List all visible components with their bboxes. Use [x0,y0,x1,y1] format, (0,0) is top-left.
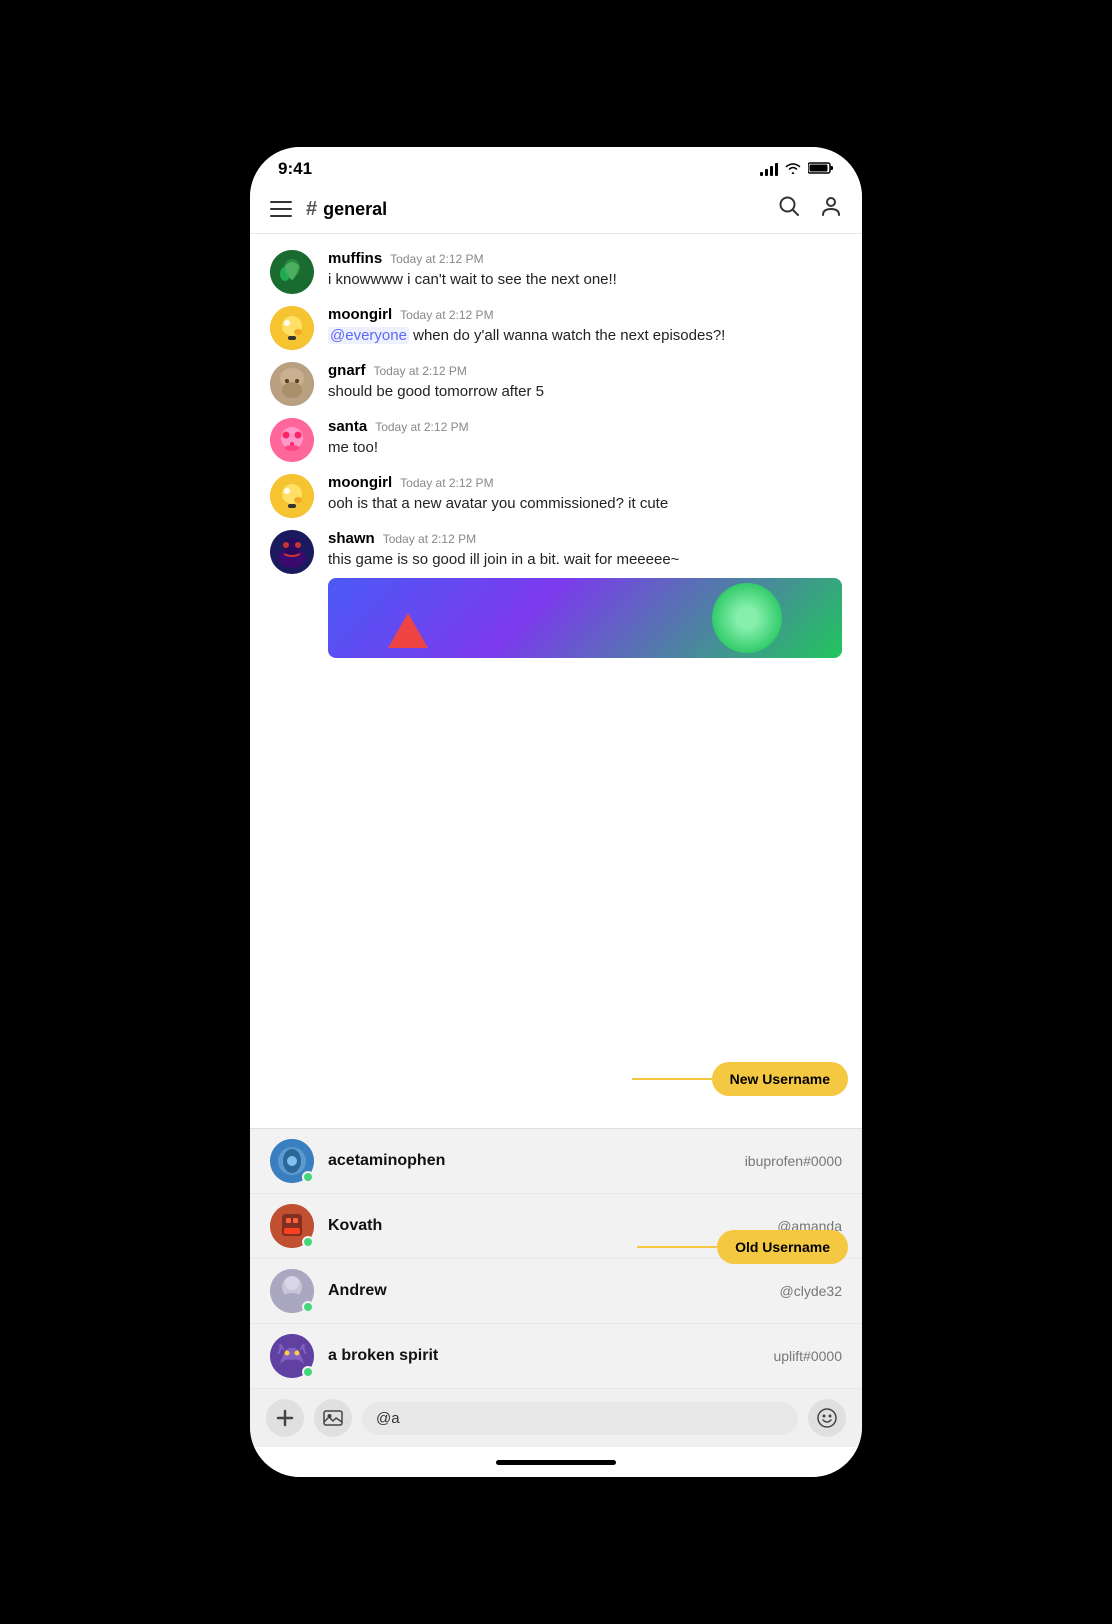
message-content: gnarf Today at 2:12 PM should be good to… [328,362,842,402]
status-time: 9:41 [278,159,312,179]
avatar [270,474,314,518]
member-username: @amanda [777,1218,842,1234]
mention-everyone: @everyone [328,327,409,344]
message-header: shawn Today at 2:12 PM [328,530,842,547]
message-text: @everyone when do y'all wanna watch the … [328,325,842,346]
avatar [270,306,314,350]
avatar [270,362,314,406]
header-left: # general [270,198,387,221]
input-bar: @a [250,1389,862,1447]
emoji-button[interactable] [808,1399,846,1437]
member-avatar-wrap [270,1204,314,1248]
member-username: @clyde32 [780,1283,842,1299]
signal-bar-2 [765,169,768,176]
message-header: gnarf Today at 2:12 PM [328,362,842,379]
table-row: moongirl Today at 2:12 PM ooh is that a … [250,468,862,524]
member-username: uplift#0000 [773,1348,842,1364]
message-header: muffins Today at 2:12 PM [328,250,842,267]
member-display-name: Andrew [328,1282,766,1300]
header-right [778,195,842,223]
hamburger-line-1 [270,201,292,203]
avatar [270,418,314,462]
status-bar: 9:41 [250,147,862,185]
hamburger-line-2 [270,208,292,210]
image-attachment [328,578,842,658]
message-header: moongirl Today at 2:12 PM [328,306,842,323]
phone-frame: 9:41 [250,147,862,1477]
avatar [270,530,314,574]
message-header: moongirl Today at 2:12 PM [328,474,842,491]
message-input[interactable]: @a [362,1402,798,1435]
table-row: santa Today at 2:12 PM me too! [250,412,862,468]
online-status-dot [302,1366,314,1378]
search-icon[interactable] [778,195,800,223]
message-content: moongirl Today at 2:12 PM @everyone when… [328,306,842,346]
message-content: shawn Today at 2:12 PM this game is so g… [328,530,842,658]
hash-icon: # [306,198,317,221]
members-icon[interactable] [820,195,842,223]
member-avatar-wrap [270,1139,314,1183]
message-text: this game is so good ill join in a bit. … [328,549,842,570]
table-row: muffins Today at 2:12 PM i knowwww i can… [250,244,862,300]
image-button[interactable] [314,1399,352,1437]
home-bar [496,1460,616,1465]
message-username: shawn [328,530,375,547]
channel-name-text: general [323,199,387,220]
list-item[interactable]: acetaminophen ibuprofen#0000 [250,1129,862,1194]
message-text: should be good tomorrow after 5 [328,381,842,402]
message-header: santa Today at 2:12 PM [328,418,842,435]
hamburger-line-3 [270,215,292,217]
message-username: moongirl [328,306,392,323]
message-timestamp: Today at 2:12 PM [374,364,467,378]
member-display-name: a broken spirit [328,1347,759,1365]
avatar [270,250,314,294]
online-status-dot [302,1171,314,1183]
member-avatar-wrap [270,1334,314,1378]
message-timestamp: Today at 2:12 PM [375,420,468,434]
message-text: i knowwww i can't wait to see the next o… [328,269,842,290]
signal-bars-icon [760,162,778,176]
table-row: moongirl Today at 2:12 PM @everyone when… [250,300,862,356]
home-indicator [250,1447,862,1477]
message-username: gnarf [328,362,366,379]
message-content: santa Today at 2:12 PM me too! [328,418,842,458]
channel-name: # general [306,198,387,221]
online-status-dot [302,1236,314,1248]
online-status-dot [302,1301,314,1313]
list-item[interactable]: Andrew @clyde32 [250,1259,862,1324]
member-username: ibuprofen#0000 [745,1153,842,1169]
message-content: muffins Today at 2:12 PM i knowwww i can… [328,250,842,290]
signal-bar-4 [775,163,778,176]
list-item[interactable]: Kovath @amanda [250,1194,862,1259]
table-row: shawn Today at 2:12 PM this game is so g… [250,524,862,664]
channel-header: # general [250,185,862,234]
table-row: gnarf Today at 2:12 PM should be good to… [250,356,862,412]
signal-bar-1 [760,172,763,176]
message-input-value: @a [376,1410,400,1427]
messages-area: muffins Today at 2:12 PM i knowwww i can… [250,234,862,1128]
message-timestamp: Today at 2:12 PM [383,532,476,546]
battery-icon [808,161,834,178]
message-username: santa [328,418,367,435]
message-timestamp: Today at 2:12 PM [390,252,483,266]
member-display-name: acetaminophen [328,1152,731,1170]
add-button[interactable] [266,1399,304,1437]
image-decoration-2 [388,613,428,648]
wifi-icon [784,161,802,178]
members-area: acetaminophen ibuprofen#0000 Kovath @a [250,1128,862,1389]
message-text: ooh is that a new avatar you commissione… [328,493,842,514]
list-item[interactable]: a broken spirit uplift#0000 [250,1324,862,1389]
message-text: me too! [328,437,842,458]
signal-bar-3 [770,166,773,176]
message-timestamp: Today at 2:12 PM [400,308,493,322]
member-display-name: Kovath [328,1217,763,1235]
message-username: muffins [328,250,382,267]
member-avatar-wrap [270,1269,314,1313]
message-timestamp: Today at 2:12 PM [400,476,493,490]
hamburger-menu-button[interactable] [270,201,292,217]
message-content: moongirl Today at 2:12 PM ooh is that a … [328,474,842,514]
image-decoration [712,583,782,653]
message-username: moongirl [328,474,392,491]
status-icons [760,161,834,178]
